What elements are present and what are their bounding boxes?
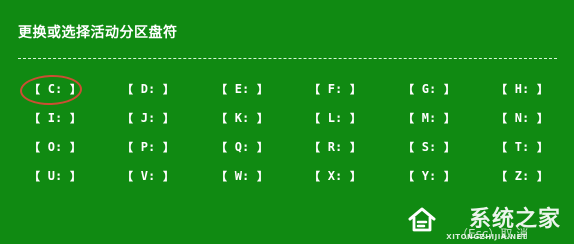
bracket-close: 】 — [444, 82, 455, 96]
drive-option[interactable]: 【 G: 】 — [402, 80, 456, 98]
drive-option[interactable]: 【 E: 】 — [215, 80, 269, 98]
drive-letter-grid: 【C:】【D:】【E:】【F:】【G:】【H:】【I:】【J:】【K:】【L:】… — [0, 0, 574, 244]
bracket-open: 【 — [496, 140, 507, 154]
bracket-open: 【 — [216, 169, 227, 183]
drive-label: Y: — [421, 169, 437, 183]
bracket-open: 【 — [29, 111, 40, 125]
drive-option[interactable]: 【 S: 】 — [402, 138, 456, 156]
drive-option[interactable]: 【 X: 】 — [308, 167, 362, 185]
cancel-hint: （Esc）取 消 — [456, 227, 529, 241]
bracket-open: 【 — [403, 111, 414, 125]
bracket-open: 【 — [122, 82, 133, 96]
bracket-open: 【 — [309, 140, 320, 154]
drive-label: E: — [234, 82, 250, 96]
drive-option[interactable]: 【 N: 】 — [495, 109, 549, 127]
bracket-close: 】 — [257, 169, 268, 183]
bracket-close: 】 — [350, 140, 361, 154]
drive-option[interactable]: 【 K: 】 — [215, 109, 269, 127]
drive-label: Z: — [514, 169, 530, 183]
drive-label: S: — [421, 140, 437, 154]
bracket-open: 【 — [216, 111, 227, 125]
drive-label: F: — [327, 82, 343, 96]
drive-option[interactable]: 【 P: 】 — [121, 138, 175, 156]
bracket-close: 】 — [163, 111, 174, 125]
bracket-close: 】 — [257, 140, 268, 154]
drive-label: Q: — [234, 140, 250, 154]
drive-label: O: — [47, 140, 63, 154]
drive-label: I: — [47, 111, 63, 125]
drive-option[interactable]: 【 M: 】 — [402, 109, 456, 127]
bracket-open: 【 — [496, 169, 507, 183]
bracket-open: 【 — [309, 82, 320, 96]
bracket-close: 】 — [537, 169, 548, 183]
bracket-close: 】 — [537, 111, 548, 125]
drive-label: W: — [234, 169, 250, 183]
bracket-open: 【 — [29, 140, 40, 154]
drive-label: P: — [140, 140, 156, 154]
bracket-close: 】 — [163, 140, 174, 154]
drive-label: V: — [140, 169, 156, 183]
bracket-close: 】 — [257, 111, 268, 125]
bracket-close: 】 — [163, 169, 174, 183]
drive-label: C: — [47, 82, 63, 96]
drive-label: M: — [421, 111, 437, 125]
bracket-open: 【 — [309, 111, 320, 125]
bracket-open: 【 — [496, 111, 507, 125]
drive-label: U: — [47, 169, 63, 183]
drive-option[interactable]: 【 V: 】 — [121, 167, 175, 185]
bracket-open: 【 — [122, 169, 133, 183]
drive-option[interactable]: 【 R: 】 — [308, 138, 362, 156]
bracket-open: 【 — [216, 140, 227, 154]
bracket-close: 】 — [444, 111, 455, 125]
drive-label: X: — [327, 169, 343, 183]
bracket-close: 】 — [350, 169, 361, 183]
drive-label: K: — [234, 111, 250, 125]
bracket-close: 】 — [537, 140, 548, 154]
drive-option[interactable]: 【 T: 】 — [495, 138, 549, 156]
bracket-close: 】 — [70, 140, 81, 154]
drive-option[interactable]: 【 H: 】 — [495, 80, 549, 98]
drive-option[interactable]: 【 Y: 】 — [402, 167, 456, 185]
bracket-close: 】 — [350, 82, 361, 96]
drive-label: D: — [140, 82, 156, 96]
bracket-close: 】 — [444, 140, 455, 154]
bracket-close: 】 — [537, 82, 548, 96]
drive-option[interactable]: 【 L: 】 — [308, 109, 362, 127]
bracket-open: 【 — [403, 169, 414, 183]
drive-label: J: — [140, 111, 156, 125]
drive-option[interactable]: 【 C: 】 — [28, 80, 82, 98]
drive-option[interactable]: 【 U: 】 — [28, 167, 82, 185]
bracket-open: 【 — [216, 82, 227, 96]
drive-option[interactable]: 【 I: 】 — [28, 109, 82, 127]
bracket-close: 】 — [257, 82, 268, 96]
bracket-close: 】 — [350, 111, 361, 125]
drive-label: N: — [514, 111, 530, 125]
bracket-close: 】 — [70, 111, 81, 125]
bracket-close: 】 — [70, 169, 81, 183]
bracket-close: 】 — [444, 169, 455, 183]
drive-label: T: — [514, 140, 530, 154]
bracket-open: 【 — [496, 82, 507, 96]
bracket-open: 【 — [122, 111, 133, 125]
drive-option[interactable]: 【 J: 】 — [121, 109, 175, 127]
drive-option[interactable]: 【 D: 】 — [121, 80, 175, 98]
bracket-open: 【 — [29, 82, 40, 96]
drive-label: L: — [327, 111, 343, 125]
drive-option[interactable]: 【 W: 】 — [215, 167, 269, 185]
bracket-close: 】 — [70, 82, 81, 96]
bracket-close: 】 — [163, 82, 174, 96]
drive-option[interactable]: 【 F: 】 — [308, 80, 362, 98]
bracket-open: 【 — [122, 140, 133, 154]
dos-partition-screen: 更换或选择活动分区盘符 【C:】【D:】【E:】【F:】【G:】【H:】【I:】… — [0, 0, 574, 244]
drive-option[interactable]: 【 O: 】 — [28, 138, 82, 156]
bracket-open: 【 — [403, 140, 414, 154]
bracket-open: 【 — [309, 169, 320, 183]
bracket-open: 【 — [403, 82, 414, 96]
drive-option[interactable]: 【 Z: 】 — [495, 167, 549, 185]
drive-label: H: — [514, 82, 530, 96]
drive-label: R: — [327, 140, 343, 154]
drive-label: G: — [421, 82, 437, 96]
bracket-open: 【 — [29, 169, 40, 183]
drive-option[interactable]: 【 Q: 】 — [215, 138, 269, 156]
